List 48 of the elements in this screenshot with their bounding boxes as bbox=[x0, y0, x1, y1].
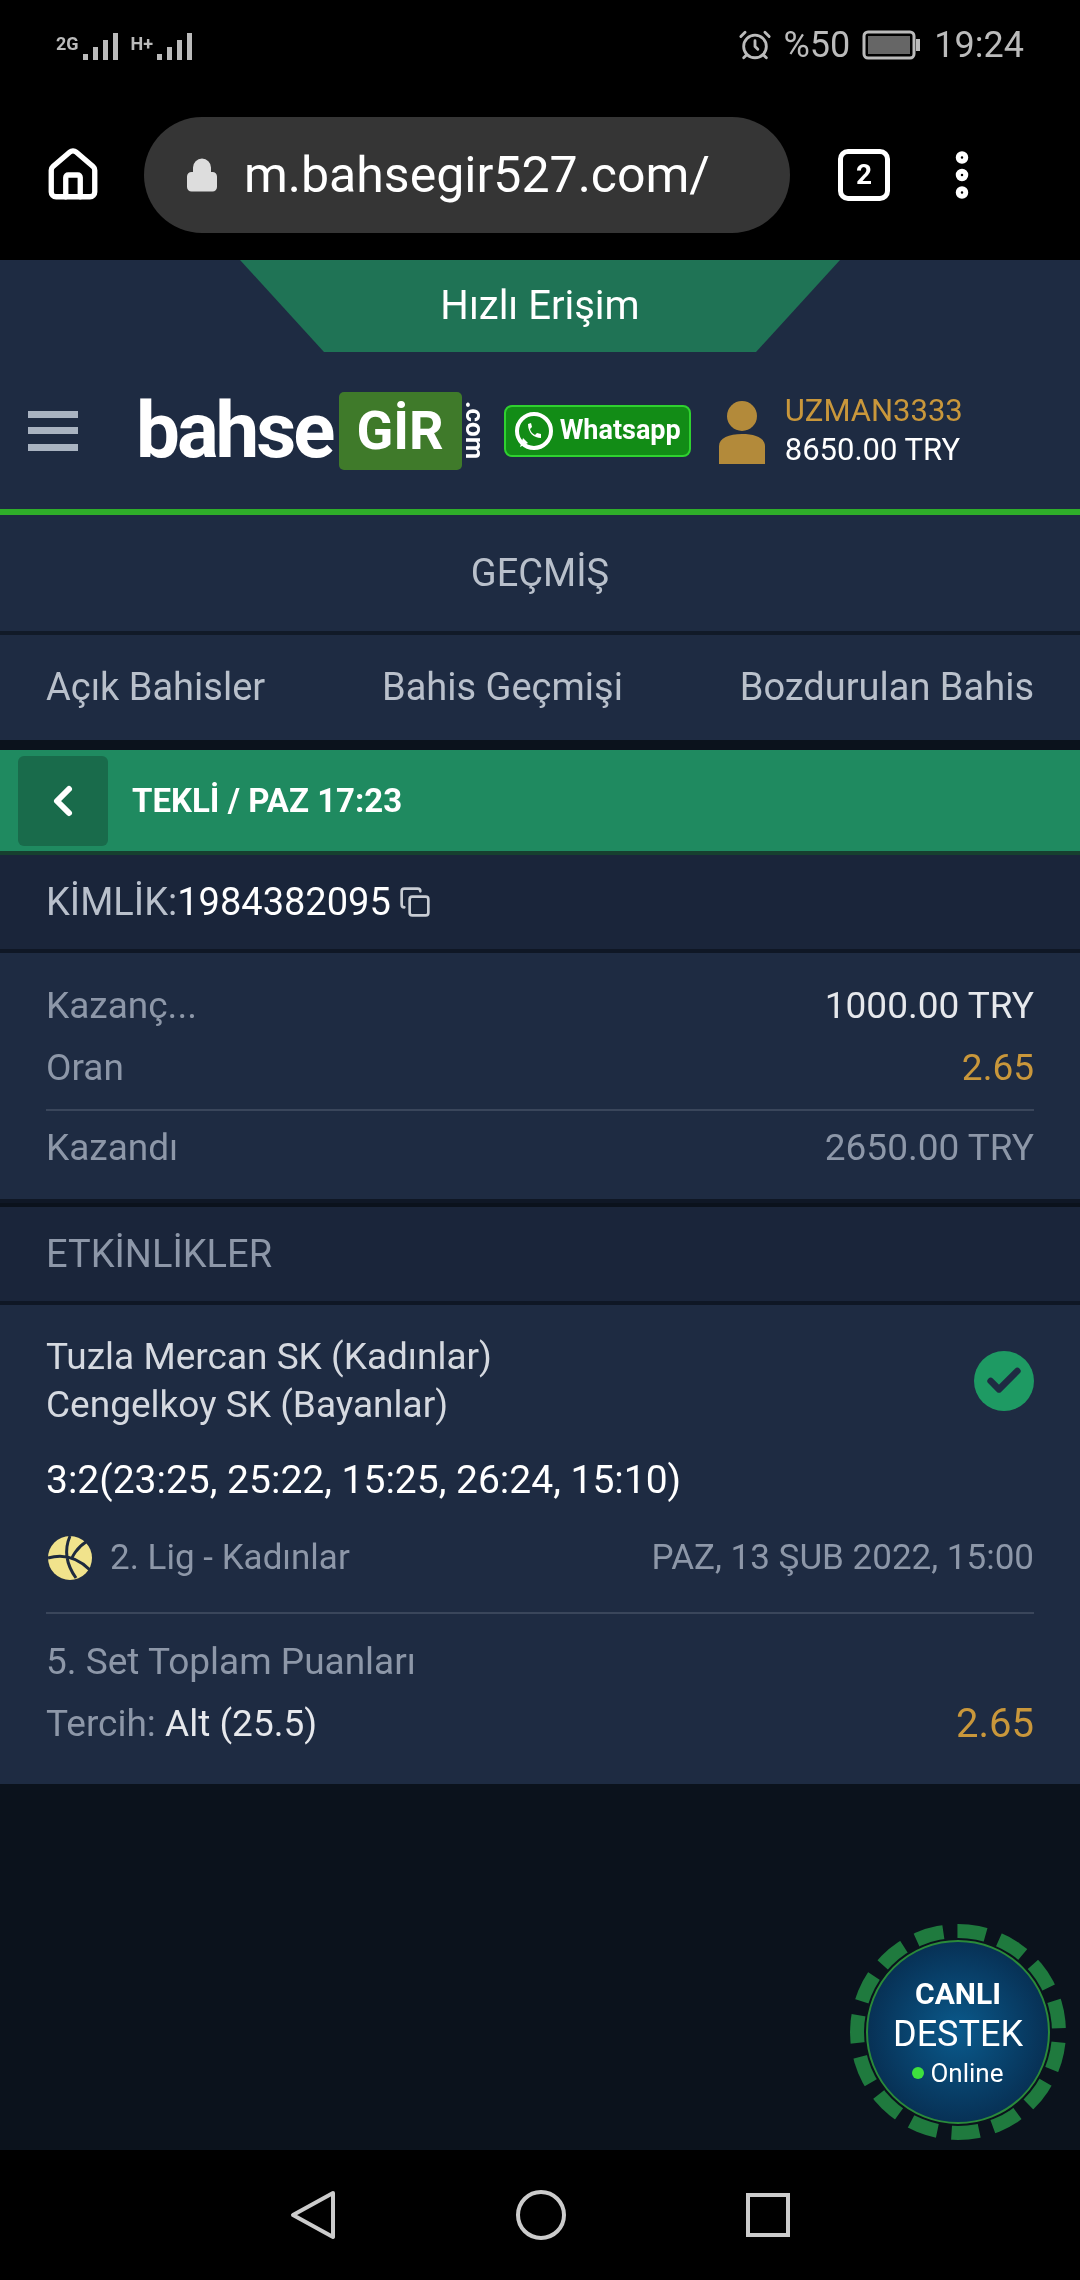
team-name: Tuzla Mercan SK (Kadınlar) bbox=[46, 1334, 492, 1380]
logo-text: bahse bbox=[136, 391, 333, 470]
support-label: DESTEK bbox=[893, 2012, 1023, 2057]
alarm-icon bbox=[737, 28, 772, 62]
tab[interactable]: Bozdurulan Bahis bbox=[739, 659, 1034, 716]
section-title: ETKİNLİKLER bbox=[46, 1230, 273, 1278]
network-label: H+ bbox=[130, 32, 154, 56]
page-title: GEÇMİŞ bbox=[470, 549, 610, 597]
detail-label: Oran bbox=[46, 1045, 124, 1092]
detail-label: Kazanç... bbox=[46, 983, 197, 1030]
bet-id: KİMLİK:1984382095 bbox=[46, 878, 391, 926]
logo-suffix: .com bbox=[461, 401, 488, 460]
detail-value: 1000.00 TRY bbox=[824, 983, 1034, 1030]
event-date: PAZ, 13 ŞUB 2022, 15:00 bbox=[651, 1535, 1034, 1580]
league: 2. Lig - Kadınlar bbox=[110, 1535, 350, 1580]
battery-percent: %50 bbox=[783, 23, 851, 68]
tab[interactable]: Bahis Geçmişi bbox=[382, 659, 623, 716]
volleyball-icon bbox=[46, 1533, 94, 1582]
balance: 8650.00 TRY bbox=[784, 430, 962, 470]
detail-label: Kazandı bbox=[46, 1125, 179, 1172]
tab-count-button[interactable]: 2 bbox=[838, 149, 890, 201]
detail-value: 2.65 bbox=[961, 1045, 1034, 1092]
live-support-badge[interactable]: CANLI DESTEK Online bbox=[850, 1924, 1066, 2140]
lock-icon bbox=[184, 157, 220, 193]
online-status: Online bbox=[930, 2057, 1004, 2090]
tab[interactable]: Açık Bahisler bbox=[46, 659, 266, 716]
selection: Tercih: Alt (25.5) bbox=[46, 1700, 318, 1747]
copy-icon[interactable] bbox=[398, 886, 431, 918]
recents-nav-icon[interactable] bbox=[745, 2192, 791, 2238]
logo-badge: GİR bbox=[338, 391, 462, 470]
home-nav-icon[interactable] bbox=[515, 2189, 567, 2241]
clock: 19:24 bbox=[934, 23, 1024, 68]
score: 3:2(23:25, 25:22, 15:25, 26:24, 15:10) bbox=[46, 1456, 683, 1505]
back-button[interactable] bbox=[18, 755, 108, 846]
whatsapp-button[interactable]: Whatsapp bbox=[503, 404, 691, 457]
whatsapp-icon bbox=[513, 410, 554, 451]
quick-access-tab[interactable]: Hızlı Erişim bbox=[240, 260, 840, 352]
back-nav-icon[interactable] bbox=[289, 2189, 337, 2241]
detail-value: 2650.00 TRY bbox=[824, 1125, 1034, 1172]
team-name: Cengelkoy SK (Bayanlar) bbox=[46, 1382, 450, 1428]
bet-title: TEKLİ / PAZ 17:23 bbox=[132, 779, 403, 822]
selection-odds: 2.65 bbox=[956, 1698, 1034, 1749]
support-label: CANLI bbox=[915, 1974, 1001, 2012]
network-label: 2G bbox=[56, 32, 79, 56]
address-bar[interactable]: m.bahsegir527.com/ bbox=[144, 117, 790, 233]
username: UZMAN3333 bbox=[784, 391, 963, 431]
market-name: 5. Set Toplam Puanları bbox=[46, 1639, 417, 1685]
battery-icon bbox=[862, 30, 923, 60]
